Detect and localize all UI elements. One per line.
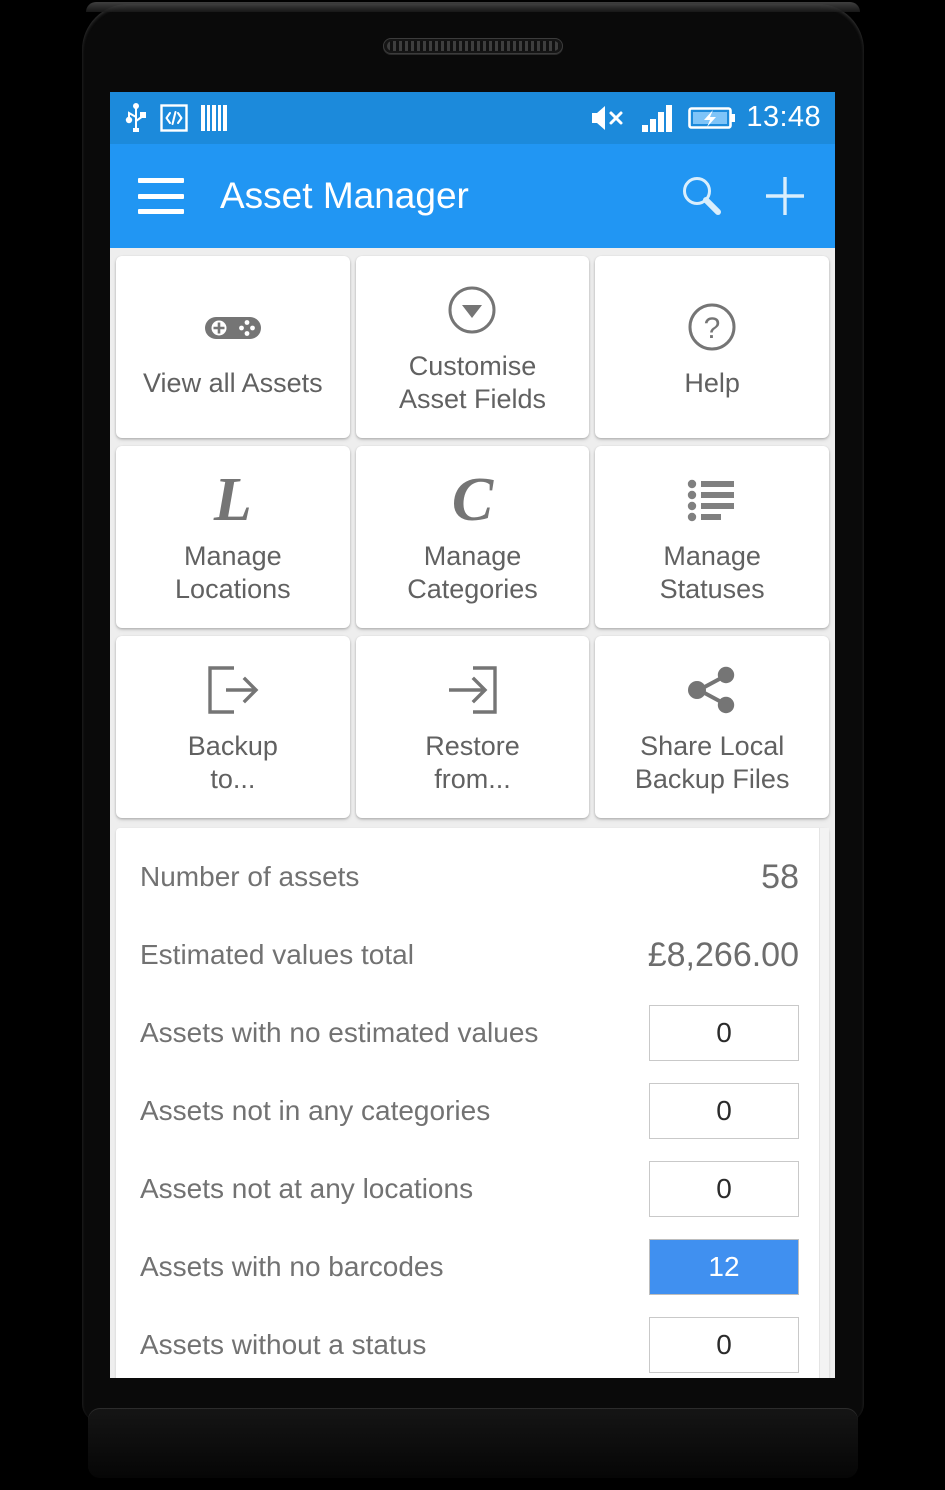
phone-top-edge (86, 2, 860, 12)
tile-label: Help (684, 367, 740, 398)
stat-badge[interactable]: 0 (649, 1161, 799, 1217)
tile-backup-to[interactable]: Backup to... (116, 636, 350, 818)
tile-restore-from[interactable]: Restore from... (355, 636, 590, 818)
earpiece-speaker (383, 38, 563, 54)
stat-row-estimated-values-total: Estimated values total £8,266.00 (116, 916, 829, 994)
tile-label: Customise Asset Fields (398, 351, 547, 414)
stat-label: Estimated values total (140, 939, 414, 970)
stat-row-no-barcodes: Assets with no barcodes 12 (116, 1228, 829, 1306)
tile-label: Backup to... (187, 731, 278, 794)
tile-customise-asset-fields[interactable]: Customise Asset Fields (355, 256, 590, 438)
svg-text:?: ? (704, 312, 721, 345)
bulleted-list-icon (687, 468, 737, 532)
stat-label: Assets without a status (140, 1329, 427, 1360)
letter-l-glyph: L (213, 466, 252, 534)
letter-l-icon: L (214, 468, 252, 532)
tile-share-local-backup-files[interactable]: Share Local Backup Files (595, 636, 829, 818)
page-title: Asset Manager (220, 175, 469, 216)
usb-icon (125, 103, 146, 132)
tile-help[interactable]: ? Help (595, 256, 829, 438)
developer-code-icon (160, 104, 188, 132)
phone-screen: 13:48 Asset Manager View all Assets Cust… (110, 92, 835, 1378)
search-icon[interactable] (677, 172, 725, 220)
stat-row-not-at-any-locations: Assets not at any locations 0 (116, 1150, 829, 1228)
hamburger-line-3 (138, 209, 184, 214)
stat-value: 58 (761, 857, 799, 896)
status-bar-left-icons (124, 103, 228, 133)
phone-device-frame: 13:48 Asset Manager View all Assets Cust… (0, 0, 945, 1490)
stat-label: Number of assets (140, 861, 360, 892)
stat-badge[interactable]: 0 (649, 1317, 799, 1373)
stat-row-no-estimated-values: Assets with no estimated values 0 (116, 994, 829, 1072)
volume-muted-icon (592, 106, 623, 130)
tile-label: Manage Categories (407, 541, 538, 604)
share-icon (685, 658, 739, 722)
stat-badge[interactable]: 0 (649, 1083, 799, 1139)
stat-label: Assets not in any categories (140, 1095, 491, 1126)
stat-badge-highlighted[interactable]: 12 (649, 1239, 799, 1295)
stat-value: £8,266.00 (647, 935, 799, 974)
hamburger-line-2 (138, 193, 184, 199)
letter-c-glyph: C (451, 466, 494, 534)
tile-label: View all Assets (143, 367, 323, 398)
status-bar-clock: 13:48 (746, 100, 821, 133)
tile-label: Restore from... (425, 731, 520, 794)
barcode-icon (201, 105, 227, 131)
tile-view-all-assets[interactable]: View all Assets (116, 256, 350, 438)
question-mark-circle-icon: ? (686, 295, 738, 359)
stat-badge[interactable]: 0 (649, 1005, 799, 1061)
stat-row-without-a-status: Assets without a status 0 (116, 1306, 829, 1378)
tile-label: Share Local Backup Files (634, 731, 790, 794)
status-bar-right-icons: 13:48 (590, 100, 821, 134)
tile-label: Manage Locations (175, 541, 291, 604)
tile-manage-categories[interactable]: C Manage Categories (355, 446, 590, 628)
hamburger-line-1 (138, 178, 184, 183)
stat-label: Assets with no estimated values (140, 1017, 539, 1048)
action-bar-buttons (677, 172, 809, 220)
export-arrow-icon (204, 658, 262, 722)
hamburger-menu-icon[interactable] (138, 178, 184, 214)
gamepad-icon (202, 295, 264, 359)
tile-label: Manage Statuses (659, 541, 765, 604)
tile-manage-statuses[interactable]: Manage Statuses (595, 446, 829, 628)
battery-charging-icon (688, 107, 736, 129)
stat-row-not-in-any-categories: Assets not in any categories 0 (116, 1072, 829, 1150)
phone-bottom-bezel (88, 1408, 858, 1478)
vertical-scrollbar[interactable] (819, 828, 829, 1378)
tile-manage-locations[interactable]: L Manage Locations (116, 446, 350, 628)
status-bar: 13:48 (110, 92, 835, 144)
import-arrow-icon (443, 658, 501, 722)
signal-bars-icon (642, 105, 673, 132)
stat-row-number-of-assets: Number of assets 58 (116, 838, 829, 916)
letter-c-icon: C (452, 468, 493, 532)
stat-label: Assets with no barcodes (140, 1251, 444, 1282)
plus-icon[interactable] (761, 172, 809, 220)
circle-down-arrow-icon (446, 278, 498, 342)
asset-statistics-panel: Number of assets 58 Estimated values tot… (116, 828, 829, 1378)
stat-label: Assets not at any locations (140, 1173, 474, 1204)
app-action-bar: Asset Manager (110, 144, 835, 248)
speaker-grille (387, 41, 559, 51)
quick-actions-grid: View all Assets Customise Asset Fields ?… (110, 248, 835, 818)
